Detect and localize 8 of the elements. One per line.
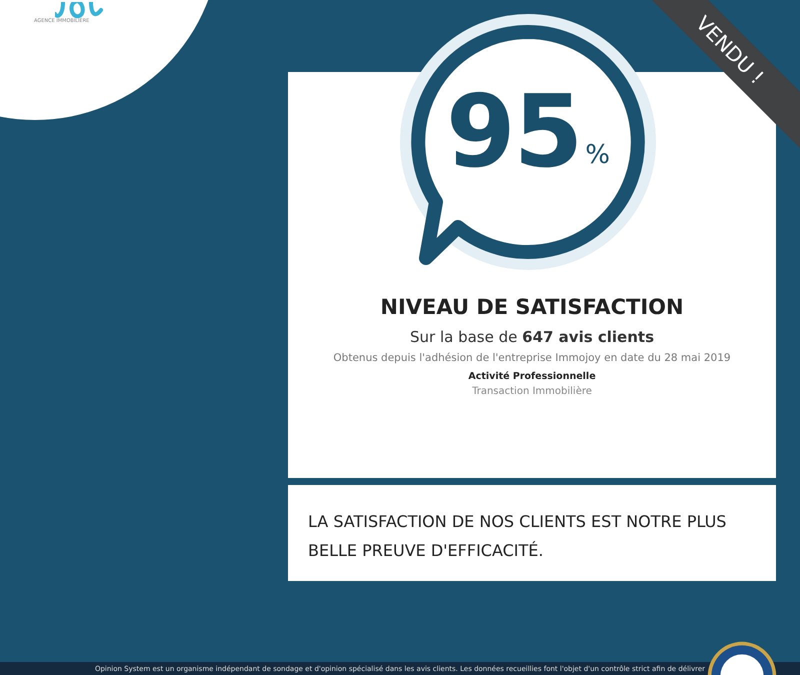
activity-value: Transaction Immobilière bbox=[472, 386, 592, 397]
review-count: Sur la base de 647 avis clients bbox=[410, 328, 654, 346]
percent-sign: % bbox=[585, 140, 610, 170]
review-period: Obtenus depuis l'adhésion de l'entreprise Immojoy en date du 28 mai 2019 bbox=[333, 352, 731, 364]
card-title: NIVEAU DE SATISFACTION bbox=[380, 295, 684, 319]
quote-card: LA SATISFACTION DE NOS CLIENTS EST NOTRE PLUS BELLE PREUVE D'EFFICACITÉ. bbox=[288, 485, 776, 581]
satisfaction-score: 95 bbox=[446, 82, 582, 182]
activity-label: Activité Professionnelle bbox=[468, 371, 596, 382]
